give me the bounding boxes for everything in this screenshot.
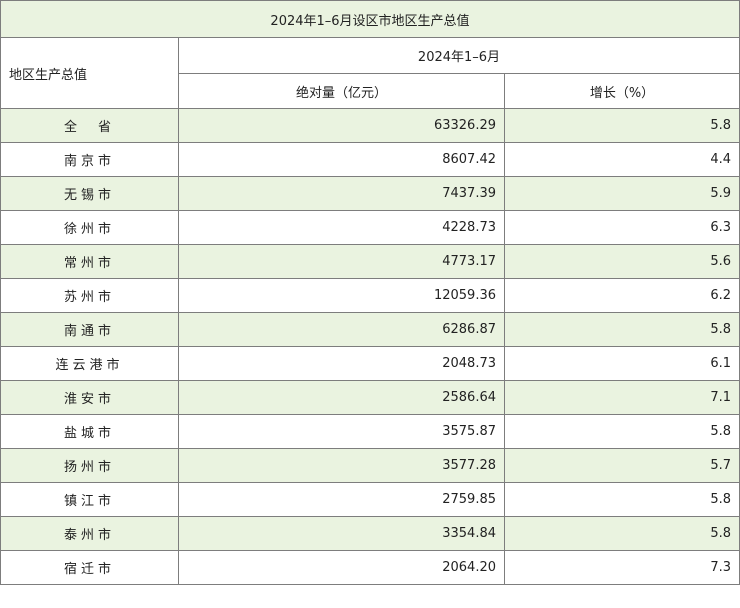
region-value: 3354.84 [178, 516, 505, 551]
table-row: 常州市 4773.17 5.6 [0, 244, 740, 279]
table-row: 泰州市 3354.84 5.8 [0, 516, 740, 551]
region-value: 12059.36 [178, 278, 505, 313]
table-row: 镇江市 2759.85 5.8 [0, 482, 740, 517]
region-name: 徐州市 [0, 210, 179, 245]
region-name: 盐城市 [0, 414, 179, 449]
region-growth: 5.8 [504, 414, 740, 449]
growth-header: 增长（%） [504, 73, 740, 109]
region-growth: 7.3 [504, 550, 740, 585]
period-header: 2024年1–6月 [178, 37, 740, 74]
absolute-value-header: 绝对量（亿元） [178, 73, 505, 109]
region-value: 2586.64 [178, 380, 505, 415]
region-growth: 6.1 [504, 346, 740, 381]
table-row: 全 省 63326.29 5.8 [0, 108, 740, 143]
region-name: 无锡市 [0, 176, 179, 211]
region-header: 地区生产总值 [0, 37, 179, 109]
table-row: 宿迁市 2064.20 7.3 [0, 550, 740, 585]
region-growth: 6.2 [504, 278, 740, 313]
table-row: 连云港市 2048.73 6.1 [0, 346, 740, 381]
region-value: 4228.73 [178, 210, 505, 245]
table-row: 南通市 6286.87 5.8 [0, 312, 740, 347]
region-growth: 5.8 [504, 516, 740, 551]
region-growth: 5.9 [504, 176, 740, 211]
region-growth: 5.7 [504, 448, 740, 483]
region-growth: 4.4 [504, 142, 740, 177]
region-name: 南通市 [0, 312, 179, 347]
region-name: 淮安市 [0, 380, 179, 415]
region-value: 6286.87 [178, 312, 505, 347]
region-growth: 6.3 [504, 210, 740, 245]
table-row: 淮安市 2586.64 7.1 [0, 380, 740, 415]
region-name: 宿迁市 [0, 550, 179, 585]
gdp-table: 2024年1–6月设区市地区生产总值 地区生产总值 2024年1–6月 绝对量（… [0, 0, 740, 585]
region-value: 2048.73 [178, 346, 505, 381]
table-row: 南京市 8607.42 4.4 [0, 142, 740, 177]
region-name: 连云港市 [0, 346, 179, 381]
region-growth: 5.8 [504, 482, 740, 517]
region-name: 南京市 [0, 142, 179, 177]
region-value: 3577.28 [178, 448, 505, 483]
table-row: 扬州市 3577.28 5.7 [0, 448, 740, 483]
region-value: 3575.87 [178, 414, 505, 449]
table-title: 2024年1–6月设区市地区生产总值 [0, 0, 740, 38]
region-value: 2064.20 [178, 550, 505, 585]
region-value: 2759.85 [178, 482, 505, 517]
region-name: 扬州市 [0, 448, 179, 483]
region-name: 泰州市 [0, 516, 179, 551]
region-name: 全 省 [0, 108, 179, 143]
region-name: 镇江市 [0, 482, 179, 517]
region-value: 8607.42 [178, 142, 505, 177]
region-value: 63326.29 [178, 108, 505, 143]
table-row: 徐州市 4228.73 6.3 [0, 210, 740, 245]
table-row: 盐城市 3575.87 5.8 [0, 414, 740, 449]
region-value: 4773.17 [178, 244, 505, 279]
region-name: 苏州市 [0, 278, 179, 313]
region-growth: 5.8 [504, 108, 740, 143]
region-value: 7437.39 [178, 176, 505, 211]
table-row: 苏州市 12059.36 6.2 [0, 278, 740, 313]
region-growth: 5.6 [504, 244, 740, 279]
region-growth: 5.8 [504, 312, 740, 347]
table-row: 无锡市 7437.39 5.9 [0, 176, 740, 211]
region-growth: 7.1 [504, 380, 740, 415]
region-name: 常州市 [0, 244, 179, 279]
